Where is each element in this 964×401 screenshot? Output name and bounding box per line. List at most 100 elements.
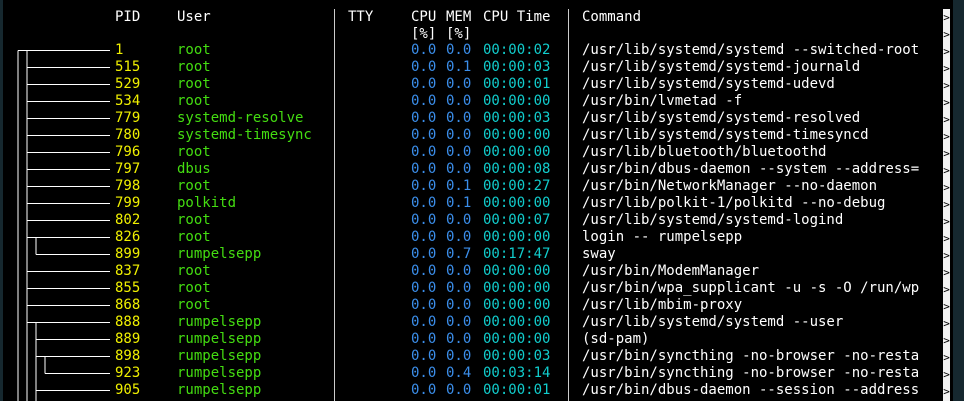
- process-mem: 0.0: [446, 263, 472, 279]
- process-pid[interactable]: 889: [115, 331, 140, 348]
- scrollbar[interactable]: > > > > > > > > > > > > > > > > > > > > > > >: [943, 9, 950, 401]
- process-cpu: 0.0: [411, 178, 437, 194]
- process-user: root: [177, 93, 211, 109]
- process-mem: 0.0: [446, 127, 472, 143]
- process-command: /usr/lib/polkit-1/polkitd --no-debug: [582, 195, 886, 211]
- overflow-marker: >: [943, 351, 950, 364]
- process-pid[interactable]: 780: [115, 127, 140, 144]
- process-cpu: 0.0: [411, 161, 437, 177]
- overflow-marker: >: [943, 317, 950, 330]
- header-pid[interactable]: PID: [115, 9, 140, 26]
- process-pid[interactable]: 799: [115, 195, 140, 212]
- process-command: (sd-pam): [582, 331, 650, 347]
- process-user: polkitd: [177, 195, 237, 211]
- process-pid[interactable]: 868: [115, 297, 140, 314]
- process-cpu-time: 00:00:00: [483, 144, 551, 160]
- process-user: rumpelsepp: [177, 382, 262, 398]
- process-command: /usr/lib/systemd/systemd-journald: [582, 59, 861, 75]
- process-cpu: 0.0: [411, 314, 437, 330]
- process-user: root: [177, 59, 211, 75]
- process-pid[interactable]: 515: [115, 59, 140, 76]
- process-cpu: 0.0: [411, 144, 437, 160]
- process-cpu: 0.0: [411, 76, 437, 92]
- process-user: root: [177, 212, 211, 228]
- overflow-marker: >: [943, 113, 950, 126]
- process-pid[interactable]: 855: [115, 280, 140, 297]
- process-pid[interactable]: 529: [115, 76, 140, 93]
- process-command: /usr/lib/bluetooth/bluetoothd: [582, 144, 827, 160]
- header-mem[interactable]: MEM: [446, 9, 471, 26]
- header-tty[interactable]: TTY: [348, 9, 373, 26]
- process-user: root: [177, 263, 211, 279]
- process-cpu-time: 00:00:07: [483, 212, 551, 228]
- process-cpu: 0.0: [411, 280, 437, 296]
- process-pid[interactable]: 888: [115, 314, 140, 331]
- process-mem: 0.1: [446, 195, 472, 211]
- process-mem: 0.4: [446, 365, 472, 381]
- process-cpu: 0.0: [411, 195, 437, 211]
- process-user: root: [177, 76, 211, 92]
- process-pid[interactable]: 899: [115, 246, 140, 263]
- process-user: root: [177, 42, 211, 58]
- process-command: /usr/bin/ModemManager: [582, 263, 760, 279]
- process-mem: 0.0: [446, 382, 472, 398]
- process-mem: 0.0: [446, 212, 472, 228]
- process-pid[interactable]: 1: [115, 42, 123, 59]
- process-pid[interactable]: 779: [115, 110, 140, 127]
- process-command: /usr/bin/syncthing -no-browser -no-resta: [582, 348, 920, 364]
- process-mem: 0.0: [446, 93, 472, 109]
- process-user: rumpelsepp: [177, 246, 262, 262]
- process-cpu: 0.0: [411, 110, 437, 126]
- process-command: /usr/bin/dbus-daemon --system --address=: [582, 161, 920, 177]
- process-cpu-time: 00:00:00: [483, 195, 551, 211]
- process-cpu-time: 00:00:01: [483, 382, 551, 398]
- overflow-marker: >: [943, 198, 950, 211]
- process-user: rumpelsepp: [177, 331, 262, 347]
- process-pid[interactable]: 898: [115, 348, 140, 365]
- process-command: /usr/bin/syncthing -no-browser -no-resta: [582, 365, 920, 381]
- header-cpu-time[interactable]: CPU Time: [483, 9, 550, 26]
- process-mem: 0.0: [446, 161, 472, 177]
- overflow-marker: >: [943, 266, 950, 279]
- process-pid[interactable]: 798: [115, 178, 140, 195]
- process-command: /usr/lib/systemd/systemd --user: [582, 314, 844, 330]
- overflow-marker: >: [943, 300, 950, 313]
- column-separator-command: [568, 9, 569, 401]
- header-user[interactable]: User: [177, 9, 211, 26]
- process-tree-lines: [17, 50, 110, 401]
- overflow-marker: >: [943, 249, 950, 262]
- process-pid[interactable]: 796: [115, 144, 140, 161]
- process-user: dbus: [177, 161, 211, 177]
- process-pid[interactable]: 905: [115, 382, 140, 399]
- process-pid[interactable]: 797: [115, 161, 140, 178]
- process-cpu: 0.0: [411, 93, 437, 109]
- process-user: root: [177, 297, 211, 313]
- overflow-marker: >: [943, 147, 950, 160]
- process-cpu: 0.0: [411, 365, 437, 381]
- process-pid[interactable]: 837: [115, 263, 140, 280]
- process-pid[interactable]: 802: [115, 212, 140, 229]
- process-mem: 0.7: [446, 246, 472, 262]
- process-cpu: 0.0: [411, 331, 437, 347]
- overflow-marker: >: [943, 368, 950, 381]
- header-command[interactable]: Command: [582, 9, 641, 26]
- process-command: /usr/lib/systemd/systemd-timesyncd: [582, 127, 869, 143]
- process-cpu: 0.0: [411, 297, 437, 313]
- process-mem: 0.0: [446, 229, 472, 245]
- process-user: systemd-timesync: [177, 127, 312, 143]
- process-command: /usr/lib/systemd/systemd --switched-root: [582, 42, 920, 58]
- process-cpu: 0.0: [411, 263, 437, 279]
- process-pid[interactable]: 534: [115, 93, 140, 110]
- process-command: /usr/bin/wpa_supplicant -u -s -O /run/wp: [582, 280, 920, 296]
- process-pid[interactable]: 826: [115, 229, 140, 246]
- process-cpu-time: 00:00:03: [483, 348, 551, 364]
- process-pid[interactable]: 923: [115, 365, 140, 382]
- process-cpu: 0.0: [411, 382, 437, 398]
- process-user: rumpelsepp: [177, 348, 262, 364]
- header-cpu[interactable]: CPU: [411, 9, 436, 26]
- process-cpu: 0.0: [411, 42, 437, 58]
- process-cpu-time: 00:00:00: [483, 314, 551, 330]
- process-cpu-time: 00:00:02: [483, 42, 551, 58]
- process-cpu: 0.0: [411, 212, 437, 228]
- overflow-marker: >: [943, 181, 950, 194]
